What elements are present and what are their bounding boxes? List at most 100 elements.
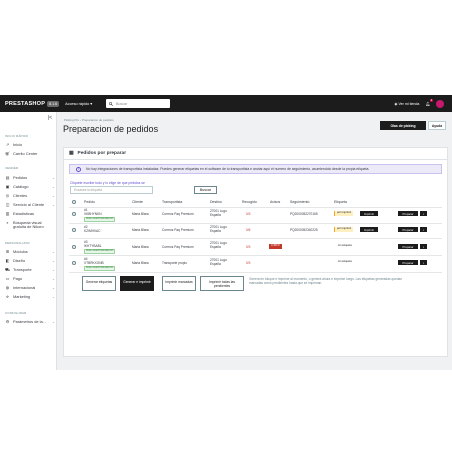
- sidebar-item-clientes[interactable]: ◎ Clientes ⌄: [5, 193, 55, 198]
- order-ref: XKBHYNKN: [84, 212, 102, 216]
- sidebar-item-label: Diseño: [13, 258, 26, 263]
- breadcrumb: Picking Pro › Preparacion de pedidos: [64, 118, 114, 122]
- sidebar-item-pedidos[interactable]: ▤ Pedidos ⌄: [5, 175, 55, 180]
- avatar[interactable]: [436, 99, 444, 108]
- client-name: Marta Blanc: [132, 212, 150, 216]
- sidebar-item-estadisticas[interactable]: ▥ Estadísticas: [5, 211, 55, 216]
- print-label-button[interactable]: Imprimir: [360, 227, 378, 232]
- design-icon: ◧: [5, 258, 10, 263]
- prepare-button[interactable]: Preparar: [398, 244, 418, 249]
- column-header: Avisos: [270, 200, 281, 204]
- shipping-icon: ⛟: [5, 267, 11, 272]
- orders-card: ▦ Pedidos por preparar i No hay integrac…: [63, 147, 448, 357]
- header-divider: [69, 207, 442, 208]
- generate-labels-button[interactable]: Generar etiquetas: [82, 276, 116, 291]
- print-label-button[interactable]: Imprimir: [360, 211, 378, 216]
- sidebar-item-inicio[interactable]: ↗ Inicio: [5, 142, 55, 147]
- sidebar: |< INICIO RÁPIDO ↗ Inicio 🛒︎ Carrito Cente…: [0, 112, 57, 370]
- status-badge: PAGO ACEPTADO/ENVIO: [84, 217, 116, 222]
- sidebar-item-parametros[interactable]: ⚙ Parámetros de la... ⌄: [5, 319, 55, 324]
- prepare-button[interactable]: Preparar: [398, 227, 418, 232]
- open-order-icon[interactable]: ▪: [420, 227, 427, 232]
- trend-icon: ↗: [5, 142, 10, 147]
- quick-access-menu[interactable]: Acceso rápido ▾: [65, 101, 92, 106]
- column-header: Seguimiento: [290, 200, 310, 204]
- footer-note: Genera en bloque e imprime al momento, o…: [249, 277, 403, 286]
- prepare-button[interactable]: Preparar: [398, 260, 418, 265]
- sidebar-item-cart-center[interactable]: 🛒︎ Carrito Center: [5, 151, 55, 156]
- label-state: por imprimir: [334, 227, 354, 232]
- orders-icon: ▤: [5, 175, 10, 180]
- chevron-down-icon: ⌄: [51, 295, 55, 299]
- status-badge: PAGO ACEPTADO/ENVIO: [84, 249, 116, 254]
- row-checkbox[interactable]: [72, 245, 76, 249]
- search-icon: ⌕: [6, 220, 9, 225]
- help-button[interactable]: Ayuda: [428, 121, 446, 130]
- row-checkbox[interactable]: [72, 261, 76, 265]
- tracking-number: PQ2000052340225: [290, 228, 318, 232]
- tracking-number: PQ2000052270165: [290, 212, 318, 216]
- view-store-link[interactable]: ◉ Ver mi tienda: [394, 102, 419, 106]
- modules-icon: ⊞: [5, 249, 10, 254]
- print-marked-button[interactable]: Imprimir marcadas: [162, 276, 196, 291]
- marketing-icon: ⟡: [6, 294, 9, 299]
- scan-label-input[interactable]: Escanea la etiqueta: [70, 186, 153, 194]
- card-title: Pedidos por preparar: [77, 151, 127, 156]
- notifications-button[interactable]: 🔔︎ 4: [425, 98, 433, 106]
- settings-icon: ⚙: [5, 319, 10, 324]
- status-badge: PAGO ACEPTADO/ENVIO: [84, 266, 116, 271]
- order-ref: IKHTYBABL: [84, 244, 102, 248]
- sidebar-item-busqueda[interactable]: ⌕ Búsqueda visual gratuita de Nikoro: [5, 220, 55, 230]
- topbar-right: ◉ Ver mi tienda 🔔︎ 4: [394, 95, 444, 112]
- column-header: Destino: [210, 200, 222, 204]
- sidebar-item-catalogo[interactable]: ▣ Catálogo ⌄: [5, 184, 55, 189]
- version-badge: 8.1.6: [47, 100, 60, 107]
- sidebar-item-internacional[interactable]: ◍ Internacional ⌄: [5, 285, 55, 290]
- sidebar-item-marketing[interactable]: ⟡ Marketing ⌄: [5, 294, 55, 299]
- card-header: ▦ Pedidos por preparar: [64, 148, 447, 160]
- main-content: Picking Pro › Preparacion de pedidos Pre…: [57, 112, 452, 370]
- sidebar-item-label: Marketing: [13, 294, 31, 299]
- row-checkbox[interactable]: [72, 228, 76, 232]
- select-all-checkbox[interactable]: [72, 200, 76, 204]
- breadcrumb-item[interactable]: Preparacion de pedidos: [82, 118, 114, 122]
- print-pending-button[interactable]: Imprimir todas las pendientes: [200, 276, 244, 291]
- sidebar-item-label: Internacional: [13, 285, 36, 290]
- sidebar-item-servicio[interactable]: ◫ Servicio al Cliente ⌄: [5, 202, 55, 207]
- row-divider: [69, 223, 442, 224]
- search-button[interactable]: Buscar: [194, 186, 217, 194]
- sidebar-item-label: Pago: [13, 276, 23, 281]
- sidebar-item-label: Módulos: [13, 249, 28, 254]
- open-order-icon[interactable]: ▪: [420, 211, 427, 216]
- prepare-button[interactable]: Preparar: [398, 211, 418, 216]
- client-name: Marta Blanc: [132, 261, 150, 265]
- sidebar-item-pago[interactable]: ▭ Pago ⌄: [5, 276, 55, 281]
- top-bar: PRESTASHOP 8.1.6 Acceso rápido ▾ Buscar …: [0, 95, 452, 112]
- row-checkbox[interactable]: [72, 212, 76, 216]
- sidebar-section-customize: PERSONALIZAR: [5, 241, 30, 245]
- info-alert: i No hay integraciones de transportista …: [69, 164, 442, 174]
- open-order-icon[interactable]: ▪: [420, 260, 427, 265]
- carrier-name: Correos Paq Premium: [162, 212, 194, 216]
- label-state: sin etiqueta: [338, 244, 352, 247]
- search-input[interactable]: Buscar: [106, 99, 170, 108]
- column-header: Transportista: [162, 200, 183, 204]
- eye-icon: ◉: [394, 101, 398, 106]
- sidebar-item-diseno[interactable]: ◧ Diseño ⌄: [5, 258, 55, 263]
- collapse-sidebar-icon[interactable]: |<: [48, 115, 52, 121]
- prestashop-logo[interactable]: PRESTASHOP: [5, 101, 45, 107]
- picking-waves-button[interactable]: Olas de picking: [380, 121, 426, 130]
- open-order-icon[interactable]: ▪: [420, 244, 427, 249]
- cart-icon: 🛒︎: [5, 151, 11, 156]
- sidebar-item-label: Pedidos: [13, 175, 28, 180]
- sidebar-item-modulos[interactable]: ⊞ Módulos ⌄: [5, 249, 55, 254]
- generate-print-button[interactable]: Generar e imprimir: [120, 276, 154, 291]
- info-icon: i: [76, 166, 81, 172]
- sidebar-item-transporte[interactable]: ⛟ Transporte ⌄: [5, 267, 55, 272]
- filter-label: Cliquete escribe todo y lo elige de que …: [70, 181, 145, 185]
- picked-count: 0/6: [246, 228, 251, 232]
- column-header: Cliente: [132, 200, 143, 204]
- breadcrumb-item[interactable]: Picking Pro: [64, 118, 79, 122]
- sidebar-item-label: Transporte: [13, 267, 32, 272]
- chevron-down-icon: ⌄: [51, 268, 55, 272]
